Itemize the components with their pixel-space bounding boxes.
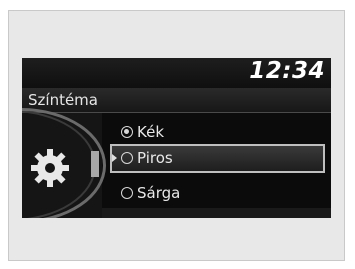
cursor-arrow-icon: [112, 154, 117, 162]
menu-header: Színtéma: [22, 88, 331, 113]
option-label: Sárga: [137, 184, 181, 202]
radio-icon: [121, 152, 133, 164]
scroll-indicator: [91, 151, 99, 177]
status-bar: 12:34: [22, 58, 331, 88]
display-screen: 12:34 Színtéma Kék Piros Sárga: [22, 58, 331, 218]
option-sarga[interactable]: Sárga: [118, 182, 326, 207]
clock: 12:34: [249, 58, 325, 84]
menu-title: Színtéma: [28, 91, 98, 109]
option-label: Piros: [137, 149, 173, 167]
radio-selected-icon: [121, 126, 133, 138]
option-kek[interactable]: Kék: [118, 121, 326, 146]
radio-icon: [121, 187, 133, 199]
option-piros[interactable]: Piros: [118, 147, 326, 172]
option-label: Kék: [137, 123, 165, 141]
bottom-strip: [102, 208, 331, 218]
gear-icon: [31, 149, 69, 187]
